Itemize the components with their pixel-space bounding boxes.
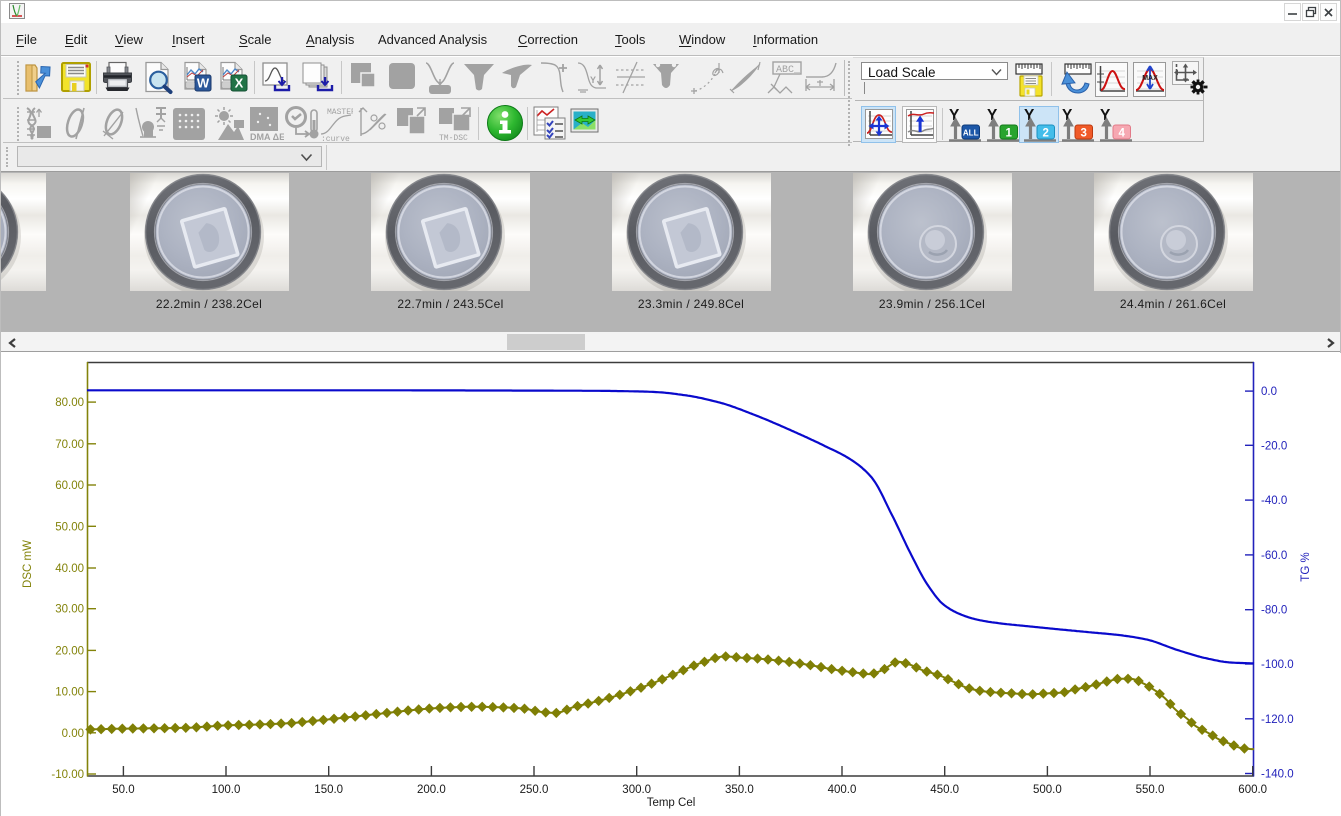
svg-text:-140.0: -140.0 — [1261, 769, 1294, 781]
svg-text:250.0: 250.0 — [520, 784, 549, 796]
svg-text:-10.00: -10.00 — [51, 769, 84, 781]
svg-text:10.00: 10.00 — [55, 687, 84, 699]
svg-text:-100.0: -100.0 — [1261, 659, 1294, 671]
svg-text:400.0: 400.0 — [828, 784, 857, 796]
svg-text:2: 2 — [1042, 128, 1048, 140]
svg-text::curve: :curve — [321, 135, 350, 142]
svg-text:4: 4 — [1118, 128, 1125, 140]
svg-text:40.00: 40.00 — [55, 563, 84, 575]
svg-text:1: 1 — [1005, 128, 1012, 140]
svg-text:150.0: 150.0 — [314, 784, 343, 796]
svg-text:30.00: 30.00 — [55, 604, 84, 616]
svg-text:ALL: ALL — [963, 129, 979, 138]
svg-text:550.0: 550.0 — [1136, 784, 1165, 796]
svg-text:350.0: 350.0 — [725, 784, 754, 796]
svg-text:MAX: MAX — [1142, 75, 1158, 82]
svg-text:X: X — [235, 76, 244, 91]
svg-text:50.00: 50.00 — [55, 521, 84, 533]
svg-text:600.0: 600.0 — [1238, 784, 1267, 796]
svg-text:20.00: 20.00 — [55, 645, 84, 657]
svg-text:0.0: 0.0 — [1261, 386, 1277, 398]
svg-text:200.0: 200.0 — [417, 784, 446, 796]
svg-text:-80.0: -80.0 — [1261, 605, 1287, 617]
svg-text:TG %: TG % — [1300, 552, 1312, 581]
svg-text:450.0: 450.0 — [930, 784, 959, 796]
svg-text:0.00: 0.00 — [62, 728, 84, 740]
svg-text:60.00: 60.00 — [55, 480, 84, 492]
svg-text:3: 3 — [1080, 128, 1086, 140]
svg-text:-60.0: -60.0 — [1261, 550, 1287, 562]
svg-text:100.0: 100.0 — [212, 784, 241, 796]
svg-text:300.0: 300.0 — [622, 784, 651, 796]
svg-text:W: W — [197, 76, 210, 91]
svg-text:TM-DSC: TM-DSC — [439, 134, 468, 142]
svg-text:DSC mW: DSC mW — [22, 540, 34, 588]
svg-text:70.00: 70.00 — [55, 439, 84, 451]
svg-text:DMA ΔE: DMA ΔE — [250, 132, 284, 142]
svg-text:Y: Y — [590, 75, 596, 85]
svg-text:50.0: 50.0 — [112, 784, 134, 796]
svg-text:-40.0: -40.0 — [1261, 495, 1287, 507]
svg-text:Temp Cel: Temp Cel — [647, 797, 696, 809]
svg-text:-120.0: -120.0 — [1261, 714, 1294, 726]
svg-text:500.0: 500.0 — [1033, 784, 1062, 796]
svg-text:80.00: 80.00 — [55, 397, 84, 409]
svg-text:-20.0: -20.0 — [1261, 440, 1287, 452]
